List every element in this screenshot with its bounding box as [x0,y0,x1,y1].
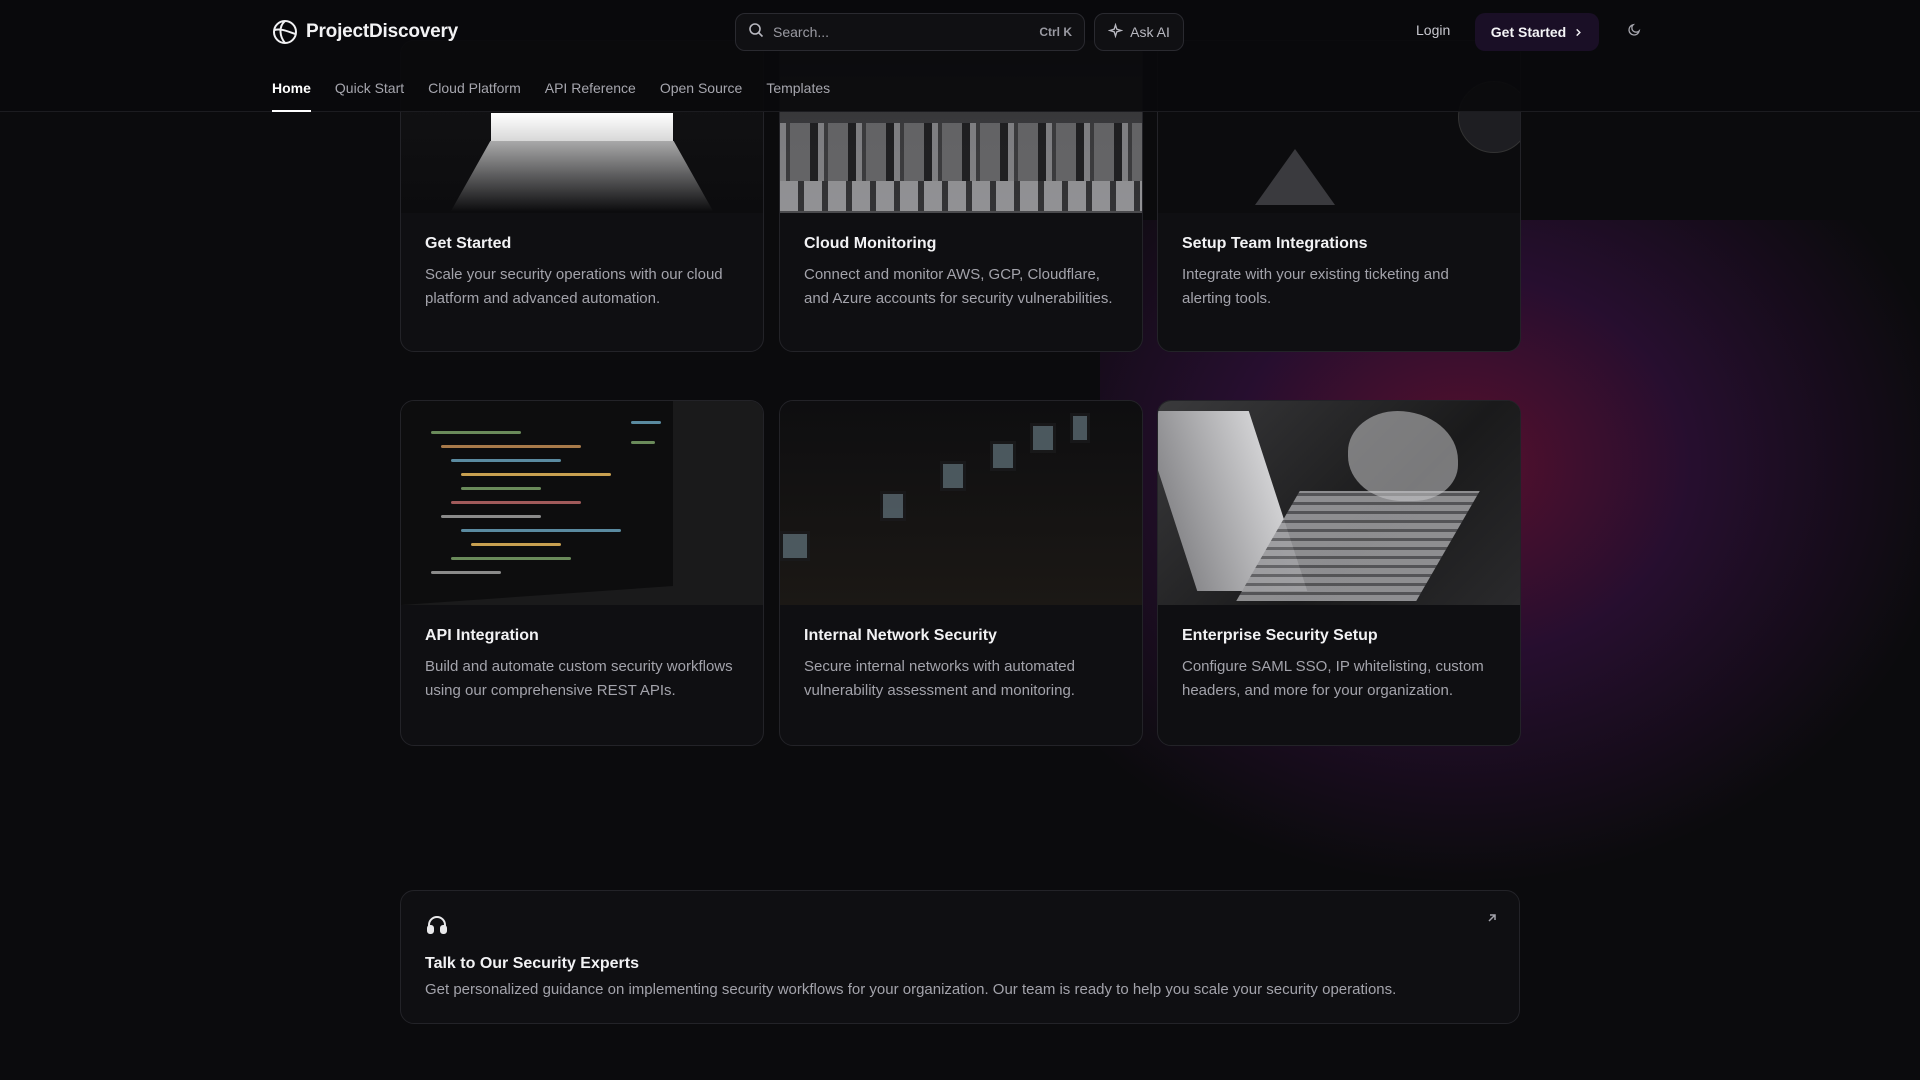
ask-ai-button[interactable]: Ask AI [1094,13,1184,51]
card-title: Get Started [425,235,512,252]
tab-templates[interactable]: Templates [766,80,830,112]
tab-home[interactable]: Home [272,80,311,112]
brand-logo[interactable]: ProjectDiscovery [272,19,458,45]
get-started-label: Get Started [1490,24,1567,40]
projectdiscovery-logo-icon [273,20,297,44]
chevron-right-icon [1574,24,1583,40]
search-icon [748,22,764,43]
tab-quick-start[interactable]: Quick Start [335,80,404,112]
tab-cloud-platform[interactable]: Cloud Platform [428,80,521,112]
card-description: Integrate with your existing ticketing a… [1182,266,1449,307]
card-title: Cloud Monitoring [804,235,937,252]
contact-experts-card[interactable]: Talk to Our Security Experts Get persona… [400,890,1520,1024]
top-header: ProjectDiscovery Search... Ctrl K Ask AI… [0,0,1920,112]
moon-icon [1627,22,1642,42]
main-nav: Home Quick Start Cloud Platform API Refe… [272,80,830,112]
card-image [401,401,763,605]
card-api-integration[interactable]: API Integration Build and automate custo… [400,400,764,746]
card-title: Internal Network Security [804,627,997,644]
contact-title: Talk to Our Security Experts [425,955,639,972]
theme-toggle-button[interactable] [1622,20,1646,44]
headset-icon [425,913,449,937]
card-title: Enterprise Security Setup [1182,627,1378,644]
external-link-arrow-icon[interactable] [1485,911,1499,925]
card-internal-network-security[interactable]: Internal Network Security Secure interna… [779,400,1143,746]
search-shortcut: Ctrl K [1039,25,1072,39]
contact-description: Get personalized guidance on implementin… [425,981,1397,998]
ask-ai-label: Ask AI [1130,24,1170,40]
brand-name: ProjectDiscovery [306,21,459,42]
card-image [1158,401,1520,605]
tab-api-reference[interactable]: API Reference [545,80,636,112]
get-started-button[interactable]: Get Started [1475,13,1599,51]
tab-open-source[interactable]: Open Source [660,80,743,112]
search-input[interactable]: Search... Ctrl K [735,13,1085,51]
card-description: Configure SAML SSO, IP whitelisting, cus… [1182,658,1484,699]
card-title: Setup Team Integrations [1182,235,1368,252]
card-image [780,401,1142,605]
card-enterprise-security-setup[interactable]: Enterprise Security Setup Configure SAML… [1157,400,1521,746]
card-description: Secure internal networks with automated … [804,658,1075,699]
sparkle-icon [1107,22,1124,41]
card-description: Connect and monitor AWS, GCP, Cloudflare… [804,266,1113,307]
card-title: API Integration [425,627,539,644]
card-description: Build and automate custom security workf… [425,658,733,699]
card-description: Scale your security operations with our … [425,266,723,307]
search-placeholder: Search... [773,24,830,40]
login-link[interactable]: Login [1416,22,1450,38]
